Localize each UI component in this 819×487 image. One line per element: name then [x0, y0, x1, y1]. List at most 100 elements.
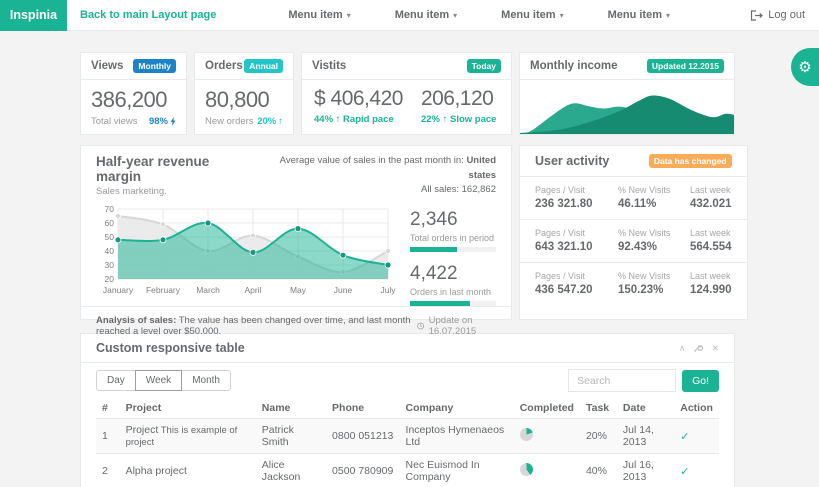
- main-menu: Menu item▾ Menu item▾ Menu item▾ Menu it…: [288, 9, 670, 21]
- range-button-month[interactable]: Month: [181, 370, 231, 391]
- revenue-subtitle: Sales marketing.: [96, 186, 255, 197]
- revenue-summary: Average value of sales in the past month…: [255, 154, 496, 198]
- income-badge: Updated 12.2015: [647, 59, 724, 73]
- orders-panel-title: Orders: [205, 60, 243, 72]
- menu-item-label: Menu item: [501, 9, 555, 21]
- column-header: Date: [617, 398, 674, 419]
- completed-cell: [514, 454, 580, 487]
- menu-item-4[interactable]: Menu item▾: [608, 9, 670, 21]
- name-cell: Patrick Smith: [256, 419, 326, 454]
- orders-in-period-label: Total orders in period: [410, 233, 496, 243]
- row-number: 1: [96, 419, 120, 454]
- visits-right-value: 206,120: [421, 87, 497, 111]
- go-button[interactable]: Go!: [682, 370, 719, 392]
- user-activity-badge: Data has changed: [649, 154, 732, 168]
- completed-cell: [514, 419, 580, 454]
- revenue-area-chart: 203040506070JanuaryFebruaryMarchAprilMay…: [96, 203, 396, 301]
- activity-value: 432.021: [690, 198, 732, 210]
- visits-panel-title: Vistits: [312, 60, 346, 72]
- visits-left-delta: 44% ↑ Rapid pace: [314, 114, 403, 125]
- svg-text:20: 20: [105, 274, 115, 284]
- completion-pie-icon: [520, 428, 533, 441]
- logout-icon: [750, 10, 763, 21]
- activity-label: % New Visits: [618, 271, 690, 281]
- svg-text:60: 60: [105, 218, 115, 228]
- column-header: Project: [120, 398, 256, 419]
- revenue-title: Half-year revenue margin: [96, 154, 255, 184]
- svg-text:50: 50: [105, 232, 115, 242]
- views-panel: Views Monthly 386,200 Total views 98%: [80, 52, 187, 135]
- activity-value: 564.554: [690, 241, 732, 253]
- activity-cell: % New Visits92.43%: [618, 228, 690, 253]
- activity-row: Pages / Visit236 321.80% New Visits46.11…: [520, 177, 747, 219]
- date-cell: Jul 14, 2013: [617, 419, 674, 454]
- table-row[interactable]: 1Project This is example of projectPatri…: [96, 419, 719, 454]
- column-header: Phone: [326, 398, 399, 419]
- orders-last-month-label: Orders in last month: [410, 287, 496, 297]
- activity-label: Last week: [690, 228, 732, 238]
- task-cell: 40%: [580, 454, 617, 487]
- svg-text:May: May: [290, 285, 307, 295]
- menu-item-2[interactable]: Menu item▾: [395, 9, 457, 21]
- date-cell: Jul 16, 2013: [617, 454, 674, 487]
- views-badge: Monthly: [133, 59, 176, 73]
- completion-pie-icon: [520, 463, 533, 476]
- orders-panel: Orders Annual 80,800 New orders 20%↑: [194, 52, 294, 135]
- action-cell: ✓: [674, 454, 719, 487]
- revenue-stats: 2,346 Total orders in period 4,422 Order…: [396, 203, 496, 306]
- activity-cell: Pages / Visit236 321.80: [535, 185, 618, 210]
- logout-button[interactable]: Log out: [750, 9, 805, 21]
- monthly-income-panel: Monthly income Updated 12.2015: [519, 52, 735, 135]
- activity-cell: Pages / Visit643 321.10: [535, 228, 618, 253]
- clock-icon: [417, 321, 424, 331]
- check-icon[interactable]: ✓: [680, 431, 689, 443]
- activity-cell: Last week 432.021: [690, 185, 732, 210]
- action-cell: ✓: [674, 419, 719, 454]
- activity-row: Pages / Visit436 547.20% New Visits 150.2…: [520, 262, 747, 305]
- svg-text:70: 70: [105, 204, 115, 214]
- menu-item-label: Menu item: [288, 9, 342, 21]
- back-to-layouts-link[interactable]: Back to main Layout page: [80, 9, 216, 21]
- range-button-day[interactable]: Day: [96, 370, 136, 391]
- svg-text:30: 30: [105, 260, 115, 270]
- project-cell: Project This is example of project: [120, 419, 256, 454]
- svg-text:February: February: [146, 285, 181, 295]
- gears-icon: ⚙: [798, 58, 811, 76]
- task-cell: 20%: [580, 419, 617, 454]
- activity-cell: Pages / Visit436 547.20: [535, 271, 618, 296]
- close-icon[interactable]: ✕: [711, 344, 719, 353]
- wrench-icon[interactable]: [693, 343, 703, 353]
- collapse-icon[interactable]: ∧: [679, 344, 686, 353]
- custom-table-panel: Custom responsive table ∧ ✕ DayWeekMonth…: [80, 333, 735, 487]
- activity-cell: % New Visits 150.23%: [618, 271, 690, 296]
- brand-logo[interactable]: Inspinia: [0, 0, 67, 31]
- svg-text:March: March: [196, 285, 220, 295]
- activity-cell: Last week124.990: [690, 271, 732, 296]
- user-activity-panel: User activity Data has changed Pages / V…: [519, 145, 748, 320]
- activity-value: 46.11%: [618, 198, 690, 210]
- phone-cell: 0500 780909: [326, 454, 399, 487]
- menu-item-label: Menu item: [608, 9, 662, 21]
- activity-cell: Last week 564.554: [690, 228, 732, 253]
- range-button-week[interactable]: Week: [135, 370, 182, 391]
- dashboard-content: Views Monthly 386,200 Total views 98% Or…: [80, 52, 735, 487]
- arrow-up-icon: ↑: [336, 114, 341, 125]
- views-value: 386,200: [91, 87, 176, 113]
- theme-config-button[interactable]: ⚙: [791, 48, 819, 86]
- phone-cell: 0800 051213: [326, 419, 399, 454]
- column-header: Task: [580, 398, 617, 419]
- activity-label: Last week: [690, 185, 732, 195]
- search-input[interactable]: [568, 369, 676, 392]
- orders-delta: 20%↑: [257, 116, 283, 127]
- activity-value: 150.23%: [618, 284, 690, 296]
- visits-left-value: $ 406,420: [314, 87, 403, 111]
- menu-item-3[interactable]: Menu item▾: [501, 9, 563, 21]
- table-row[interactable]: 2Alpha projectAlice Jackson0500 780909Ne…: [96, 454, 719, 487]
- orders-last-month-value: 4,422: [410, 263, 496, 285]
- views-delta: 98%: [149, 116, 176, 127]
- check-icon[interactable]: ✓: [680, 466, 689, 478]
- visits-left-stat: $ 406,420 44% ↑ Rapid pace: [314, 86, 403, 125]
- menu-item-label: Menu item: [395, 9, 449, 21]
- menu-item-1[interactable]: Menu item▾: [288, 9, 350, 21]
- column-header: Company: [400, 398, 514, 419]
